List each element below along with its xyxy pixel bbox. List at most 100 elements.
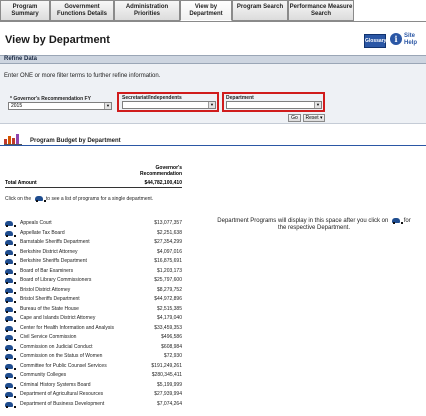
- total-amount-value: $44,782,100,410: [144, 180, 182, 186]
- department-amount: $280,345,411: [151, 372, 182, 378]
- department-name: Berkshire Sheriffs Department: [20, 258, 87, 264]
- binoculars-icon: [34, 196, 46, 203]
- table-row: Bristol District Attorney $8,279,752: [0, 286, 200, 296]
- department-amount: $5,199,999: [156, 381, 182, 388]
- binoculars-icon[interactable]: [5, 259, 16, 265]
- department-name: Commission on Judicial Conduct: [20, 343, 93, 350]
- tab-program-summary[interactable]: Program Summary: [0, 0, 50, 21]
- placeholder-text-before: Department Programs will display in this…: [217, 218, 389, 225]
- department-amount: $2,251,638: [156, 229, 182, 236]
- click-hint: Click on the to see a list of programs f…: [5, 196, 153, 203]
- department-amount: $8,279,752: [156, 286, 182, 293]
- table-row: Board of Bar Examiners $1,203,173: [0, 267, 200, 277]
- table-row: Commission on the Status of Women $72,930: [0, 352, 200, 362]
- department-programs-placeholder: Department Programs will display in this…: [214, 218, 414, 232]
- table-row: Civil Service Commission $496,586: [0, 333, 200, 343]
- binoculars-icon[interactable]: [5, 287, 16, 294]
- department-name: Bristol District Attorney: [20, 286, 71, 293]
- table-row: Berkshire District Attorney $4,097,016: [0, 248, 200, 258]
- binoculars-icon[interactable]: [5, 392, 16, 398]
- go-button[interactable]: Go: [288, 114, 301, 122]
- binoculars-icon[interactable]: [5, 344, 16, 351]
- binoculars-icon: [392, 218, 404, 224]
- table-row: Committee for Public Counsel Services $19…: [0, 362, 200, 372]
- department-name: Bureau of the State House: [20, 305, 79, 312]
- department-name: Bristol Sheriffs Department: [20, 296, 80, 302]
- binoculars-icon[interactable]: [5, 230, 16, 237]
- table-row: Commission on Judicial Conduct $608,984: [0, 343, 200, 353]
- department-name: Civil Service Commission: [20, 334, 77, 340]
- tab-administration-priorities[interactable]: Administration Priorities: [114, 0, 180, 21]
- table-row: Criminal History Systems Board $5,199,999: [0, 381, 200, 391]
- total-amount-label: Total Amount: [5, 180, 37, 186]
- department-amount: $2,515,385: [156, 305, 182, 312]
- secretariat-select[interactable]: ▼: [122, 101, 216, 109]
- binoculars-icon[interactable]: [5, 354, 16, 360]
- table-row: Bureau of the State House $2,515,385: [0, 305, 200, 315]
- program-budget-title: Program Budget by Department: [30, 138, 121, 144]
- refine-data-header: Refine Data: [0, 55, 426, 64]
- binoculars-icon[interactable]: [5, 278, 16, 284]
- budget-divider: [0, 145, 426, 146]
- department-amount: $191,249,261: [151, 362, 182, 369]
- department-amount: $496,586: [161, 334, 182, 340]
- department-name: Cape and Islands District Attorney: [20, 315, 96, 321]
- tab-government-functions-details[interactable]: Government Functions Details: [50, 0, 114, 21]
- table-row: Department of Agricultural Resources $27,…: [0, 390, 200, 400]
- fy-select[interactable]: 2015 ▼: [8, 102, 112, 110]
- department-name: Department of Agricultural Resources: [20, 391, 104, 397]
- department-name: Appeals Court: [20, 220, 52, 226]
- fy-select-value: 2015: [11, 103, 23, 109]
- department-name: Community Colleges: [20, 372, 67, 378]
- glossary-button[interactable]: Glossary: [364, 34, 386, 48]
- department-amount: $72,930: [163, 353, 182, 359]
- info-icon: i: [390, 33, 402, 45]
- department-amount: $4,097,016: [156, 248, 182, 255]
- binoculars-icon[interactable]: [5, 363, 16, 370]
- column-header-recommendation: Governor's Recommendation: [140, 165, 182, 177]
- table-row: Department of Business Development $7,074…: [0, 400, 200, 410]
- tab-view-by-department[interactable]: View by Department: [180, 0, 232, 21]
- reset-button[interactable]: Reset ▾: [303, 114, 325, 122]
- table-row: Board of Library Commissioners $25,797,60…: [0, 276, 200, 286]
- binoculars-icon[interactable]: [5, 373, 16, 379]
- binoculars-icon[interactable]: [5, 240, 16, 246]
- department-name: Board of Library Commissioners: [20, 277, 92, 283]
- site-help-link[interactable]: i Site Help: [390, 31, 424, 51]
- reset-button-label: Reset: [305, 115, 319, 121]
- chevron-down-icon: ▼: [208, 102, 215, 108]
- department-list: Appeals Court $13,077,357 Appellate Tax Bo…: [0, 219, 200, 409]
- table-row: Center for Health Information and Analys…: [0, 324, 200, 334]
- binoculars-icon[interactable]: [5, 401, 16, 408]
- department-amount: $33,459,353: [154, 324, 182, 331]
- binoculars-icon[interactable]: [5, 335, 16, 341]
- page-title: View by Department: [5, 34, 110, 46]
- department-amount: $27,354,299: [154, 239, 182, 245]
- department-select[interactable]: ▼: [226, 101, 322, 109]
- department-name: Berkshire District Attorney: [20, 248, 78, 255]
- binoculars-icon[interactable]: [5, 221, 16, 227]
- department-name: Committee for Public Counsel Services: [20, 362, 107, 369]
- budget-chart-icon: [4, 134, 22, 145]
- binoculars-icon[interactable]: [5, 306, 16, 313]
- binoculars-icon[interactable]: [5, 249, 16, 256]
- department-amount: $608,984: [161, 343, 182, 350]
- department-amount: $27,939,994: [154, 391, 182, 397]
- department-amount: $4,179,040: [156, 315, 182, 321]
- binoculars-icon[interactable]: [5, 268, 16, 275]
- table-row: Barnstable Sheriffs Department $27,354,29…: [0, 238, 200, 248]
- binoculars-icon[interactable]: [5, 316, 16, 322]
- table-row: Appellate Tax Board $2,251,638: [0, 229, 200, 239]
- binoculars-icon[interactable]: [5, 382, 16, 389]
- total-divider: [5, 187, 182, 188]
- tab-performance-measure-search[interactable]: Performance Measure Search: [288, 0, 354, 21]
- tab-program-search[interactable]: Program Search: [232, 0, 288, 21]
- tab-divider: [0, 21, 426, 22]
- binoculars-icon[interactable]: [5, 297, 16, 303]
- table-row: Community Colleges $280,345,411: [0, 371, 200, 381]
- binoculars-icon[interactable]: [5, 325, 16, 332]
- department-amount: $7,074,264: [156, 400, 182, 407]
- site-help-label: Site Help: [404, 33, 418, 46]
- table-row: Appeals Court $13,077,357: [0, 219, 200, 229]
- top-tab-bar: Program Summary Government Functions Det…: [0, 0, 426, 22]
